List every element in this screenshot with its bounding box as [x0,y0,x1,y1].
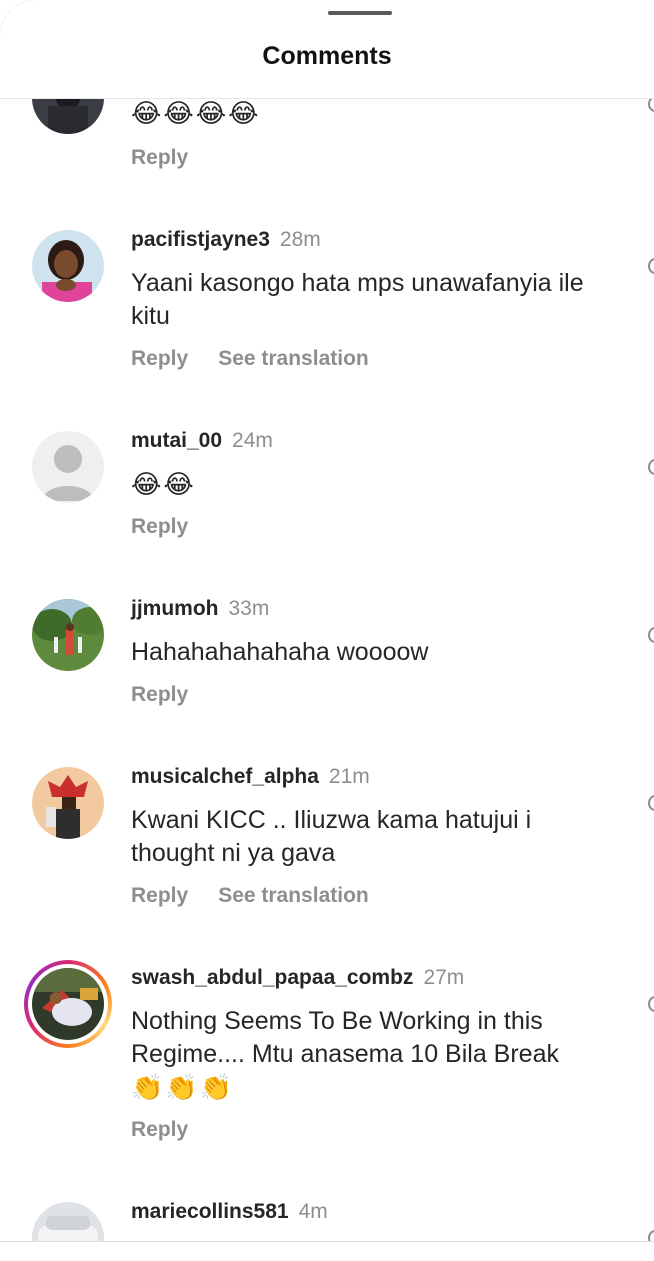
page-title: Comments [262,42,392,70]
sheet-header: Comments [0,0,654,99]
avatar[interactable] [32,599,104,671]
timestamp: 4m [298,1200,328,1223]
comment-meta: pacifistjayne3 28m [131,227,321,253]
like-heart-icon[interactable] [648,996,654,1012]
avatar [32,968,104,1040]
bottom-bar [0,1242,654,1261]
timestamp: 28m [279,228,321,251]
comment-text: Kwani KICC .. Iliuzwa kama hatujui i tho… [131,806,532,867]
comment-actions: Reply [131,146,188,170]
timestamp: 21m [328,765,370,788]
comment-text: 😂😂 [131,469,196,499]
username-link[interactable]: jjmumoh [131,597,219,620]
reply-button[interactable]: Reply [131,1118,188,1142]
comment-list[interactable]: 😂😂😂😂 Reply pacifistjayne3 28m Yaani kaso… [0,0,654,1261]
comment-actions: Reply [131,515,188,539]
avatar[interactable] [32,230,104,302]
reply-button[interactable]: Reply [131,884,188,908]
comment-actions: Reply [131,1118,188,1142]
like-heart-icon[interactable] [648,258,654,274]
reply-button[interactable]: Reply [131,146,188,170]
reply-button[interactable]: Reply [131,515,188,539]
comment-meta: mutai_00 24m [131,428,273,454]
reply-button[interactable]: Reply [131,347,188,371]
reply-button[interactable]: Reply [131,683,188,707]
drag-handle[interactable] [328,11,392,15]
comment-text: Yaani kasongo hata mps unawafanyia ile k… [131,269,584,330]
timestamp: 33m [228,597,270,620]
comment-text: 😂😂😂😂 [131,98,261,128]
avatar[interactable] [32,767,104,839]
like-heart-icon[interactable] [648,459,654,475]
timestamp: 27m [423,966,465,989]
username-link[interactable]: swash_abdul_papaa_combz [131,966,413,989]
comment-meta: swash_abdul_papaa_combz 27m [131,965,464,991]
comment-actions: Reply [131,683,188,707]
username-link[interactable]: pacifistjayne3 [131,228,270,251]
comment-text: Hahahahahahaha woooow [131,638,429,666]
like-heart-icon[interactable] [648,627,654,643]
comments-sheet: 😂😂😂😂 Reply pacifistjayne3 28m Yaani kaso… [0,0,654,1261]
comment-meta: jjmumoh 33m [131,596,269,622]
comment-actions: Reply See translation [131,347,369,371]
username-link[interactable]: mutai_00 [131,429,222,452]
like-heart-icon[interactable] [648,795,654,811]
see-translation-button[interactable]: See translation [218,884,369,908]
username-link[interactable]: musicalchef_alpha [131,765,319,788]
comment-text-emoji: 👏👏👏 [131,1072,235,1102]
timestamp: 24m [232,429,273,452]
avatar[interactable] [32,431,104,503]
username-link[interactable]: mariecollins581 [131,1200,289,1223]
story-ring-avatar[interactable] [24,960,112,1048]
comment-text: Nothing Seems To Be Working in this Regi… [131,1005,611,1105]
comment-meta: musicalchef_alpha 21m [131,764,370,790]
comment-actions: Reply See translation [131,884,369,908]
comment-text-body: Nothing Seems To Be Working in this Regi… [131,1007,559,1068]
comment-meta: mariecollins581 4m [131,1199,328,1225]
see-translation-button[interactable]: See translation [218,347,369,371]
